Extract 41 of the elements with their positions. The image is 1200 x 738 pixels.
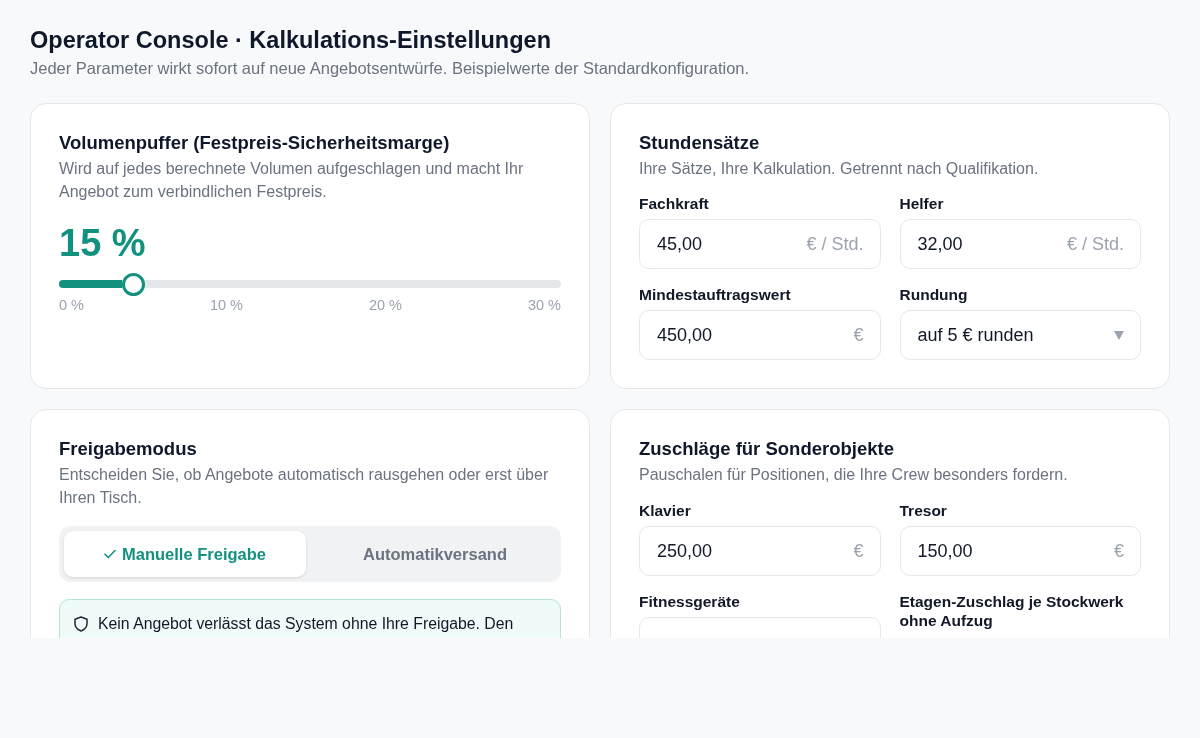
field-label: Fachkraft <box>639 194 709 213</box>
tick-label: 30 % <box>527 297 561 313</box>
input-field[interactable]: 250,00 € <box>639 526 881 576</box>
tick-label: 20 % <box>368 297 402 313</box>
unit-label: € <box>853 324 864 346</box>
unit-label: € <box>1114 540 1124 562</box>
card-description: Ihre Sätze, Ihre Kalkulation. Getrennt nach Qualifikation. <box>639 159 1039 179</box>
field-label: Tresor <box>899 501 947 520</box>
field-label: Helfer <box>899 194 944 213</box>
dropdown[interactable]: auf 5 € runden <box>899 310 1141 360</box>
mode-tab[interactable]: Manuelle Freigabe <box>64 531 306 577</box>
input-field[interactable]: 150,00 € <box>899 526 1141 576</box>
card-title: Volumenpuffer (Festpreis-Sicherheitsmarge) <box>59 131 450 155</box>
card-description: Pauschalen für Positionen, die Ihre Crew besonders fordern. <box>639 465 1068 485</box>
card-description: Entscheiden Sie, ob Angebote automatisch rausgehen oder erst über Ihren Tisch. <box>59 465 550 508</box>
tick-label: 0 % <box>59 297 84 313</box>
slider-thumb[interactable] <box>122 272 146 296</box>
notice-text: Kein Angebot verlässt das System ohne Ihre Freigabe. Den <box>98 614 514 634</box>
page-subtitle: Jeder Parameter wirkt sofort auf neue Angebotsentwürfe. Beispielwerte der Standardkonfiguration. <box>30 58 750 78</box>
field-label: Fitnessgeräte <box>639 592 740 611</box>
check-icon <box>104 549 116 559</box>
mode-tab[interactable]: Automatikversand <box>314 531 556 577</box>
unit-label: € / Std. <box>806 233 864 255</box>
shield-icon <box>74 616 88 632</box>
field-label: Etagen-Zuschlag je Stockwerk ohne Aufzug <box>899 592 1125 630</box>
unit-label: € / Std. <box>1066 233 1124 255</box>
field-label: Mindestauftragswert <box>639 285 791 304</box>
card-description: Wird auf jedes berechnete Volumen aufgeschlagen und macht Ihr Angebot zum verbindlichen Festpreis. <box>59 159 525 202</box>
tick-label: 10 % <box>209 297 243 313</box>
slider-value: 15 % <box>59 221 146 265</box>
unit-label: € <box>853 540 864 562</box>
input-field[interactable]: 32,00 € / Std. <box>899 219 1141 269</box>
input-field[interactable]: 45,00 € / Std. <box>639 219 881 269</box>
field-label: Rundung <box>899 285 968 304</box>
card-title: Stundensätze <box>639 131 760 155</box>
card-title: Zuschläge für Sonderobjekte <box>639 437 894 461</box>
caret-icon <box>1114 330 1124 340</box>
field-label: Klavier <box>639 501 691 520</box>
card-title: Freigabemodus <box>59 437 197 461</box>
page-title: Operator Console · Kalkulations-Einstellungen <box>30 26 551 55</box>
input-field[interactable]: 450,00 € <box>639 310 881 360</box>
